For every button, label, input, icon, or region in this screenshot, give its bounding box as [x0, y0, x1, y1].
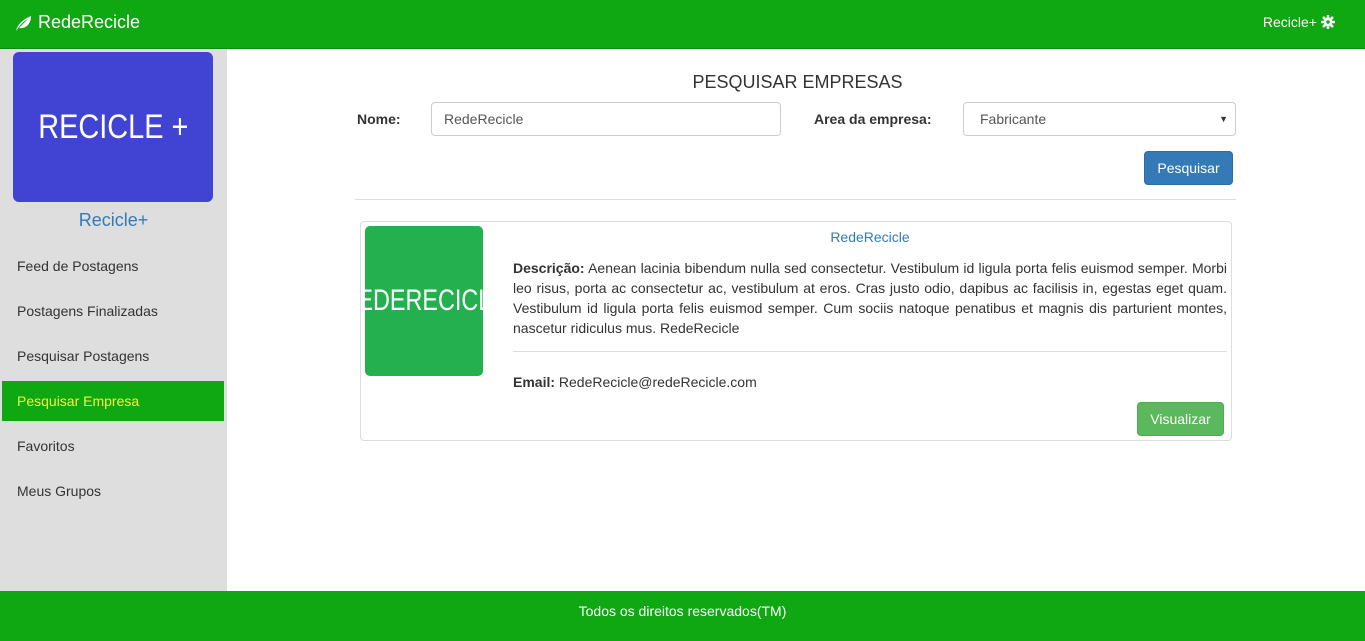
leaf-icon: [16, 15, 31, 31]
sidebar-item-postagens-finalizadas[interactable]: Postagens Finalizadas: [2, 291, 224, 331]
brand-name: RedeRecicle: [38, 12, 141, 32]
profile-logo: RECICLE +: [13, 52, 213, 202]
main-content: PESQUISAR EMPRESAS Nome: Area da empresa…: [227, 49, 1365, 591]
company-logo: REDERECICLE: [365, 226, 483, 376]
page-title: PESQUISAR EMPRESAS: [692, 72, 903, 92]
sidebar: RECICLE + Recicle+ Feed de Postagens Pos…: [0, 49, 227, 591]
profile-logo-text: RECICLE +: [37, 107, 189, 146]
footer: Todos os direitos reservados(TM): [0, 591, 1365, 641]
area-select[interactable]: Fabricante ▼: [963, 102, 1236, 136]
sidebar-item-feed-de-postagens[interactable]: Feed de Postagens: [2, 246, 224, 286]
name-label: Nome:: [357, 111, 401, 127]
user-menu-label: Recicle+: [1262, 14, 1317, 30]
profile-name[interactable]: Recicle+: [0, 210, 227, 231]
area-select-value: Fabricante: [980, 111, 1047, 127]
company-description: Descrição: Aenean lacinia bibendum nulla…: [513, 258, 1227, 338]
company-card: REDERECICLE RedeRecicle Descrição: Aenea…: [360, 221, 1232, 441]
search-button[interactable]: Pesquisar: [1144, 151, 1233, 185]
email-value: RedeRecicle@redeRecicle.com: [558, 374, 757, 390]
sidebar-item-meus-grupos[interactable]: Meus Grupos: [2, 471, 224, 511]
sidebar-item-favoritos[interactable]: Favoritos: [2, 426, 224, 466]
user-menu[interactable]: Recicle+: [1263, 14, 1335, 30]
company-logo-text: REDERECICLE: [365, 284, 483, 317]
sidebar-menu: Feed de Postagens Postagens Finalizadas …: [2, 246, 224, 516]
email-label: Email:: [513, 374, 556, 390]
gear-icon: [1321, 15, 1335, 29]
description-label: Descrição:: [513, 260, 585, 276]
divider: [355, 199, 1236, 200]
description-text: Aenean lacinia bibendum nulla sed consec…: [513, 260, 1227, 336]
view-button[interactable]: Visualizar: [1137, 402, 1224, 436]
sidebar-item-pesquisar-empresa[interactable]: Pesquisar Empresa: [2, 381, 224, 421]
card-divider: [513, 351, 1227, 352]
sidebar-item-pesquisar-postagens[interactable]: Pesquisar Postagens: [2, 336, 224, 376]
company-email: Email: RedeRecicle@redeRecicle.com: [513, 374, 757, 390]
caret-down-icon: ▼: [1219, 114, 1228, 124]
company-title-link[interactable]: RedeRecicle: [513, 229, 1227, 245]
name-input[interactable]: [431, 102, 781, 136]
top-navbar: RedeRecicle Recicle+: [0, 0, 1365, 49]
brand-link[interactable]: RedeRecicle: [14, 12, 140, 33]
area-label: Area da empresa:: [814, 111, 932, 127]
footer-text: Todos os direitos reservados(TM): [578, 603, 787, 619]
